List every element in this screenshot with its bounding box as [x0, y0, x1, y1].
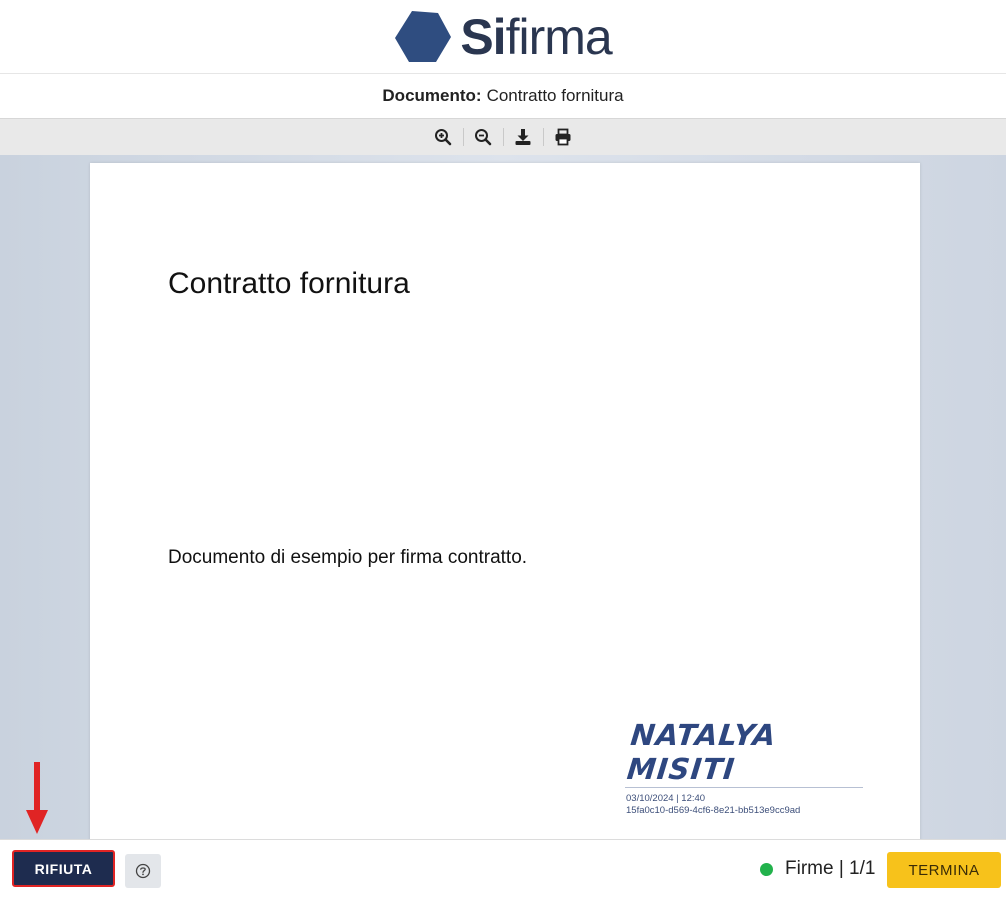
status-dot-icon	[760, 862, 773, 876]
zoom-in-icon	[435, 129, 452, 146]
download-button[interactable]	[503, 124, 543, 150]
app-header: Sifirma	[0, 0, 1006, 74]
document-label: Documento:	[382, 86, 482, 105]
signature-meta: 03/10/2024 | 12:40 15fa0c10-d569-4cf6-8e…	[625, 793, 865, 817]
document-page: Contratto fornitura Documento di esempio…	[90, 163, 920, 839]
signature-status: Firme | 1/1	[760, 858, 875, 880]
viewer-toolbar	[0, 118, 1006, 155]
help-button[interactable]	[125, 854, 161, 888]
action-footer: RIFIUTA Firme | 1/1 TERMINA	[0, 839, 1006, 897]
print-button[interactable]	[543, 124, 583, 150]
download-icon	[515, 129, 531, 145]
signature-id: 15fa0c10-d569-4cf6-8e21-bb513e9cc9ad	[626, 805, 801, 816]
question-circle-icon	[135, 863, 151, 879]
document-title-bar: Documento: Contratto fornitura	[0, 74, 1006, 118]
signature-name: NATALYA MISITI	[625, 718, 779, 786]
finish-button[interactable]: TERMINA	[887, 852, 1001, 888]
hexagon-logo-icon	[395, 10, 452, 62]
brand-logo: Sifirma	[394, 8, 613, 65]
signature-timestamp: 03/10/2024 | 12:40	[626, 793, 706, 804]
print-icon	[555, 128, 571, 146]
signature-block: NATALYA MISITI 03/10/2024 | 12:40 15fa0c…	[625, 718, 865, 817]
signature-line	[625, 787, 863, 788]
document-heading: Contratto fornitura	[168, 267, 410, 300]
red-arrow-annotation	[26, 762, 48, 834]
zoom-in-button[interactable]	[423, 124, 463, 150]
brand-name: Sifirma	[460, 8, 612, 65]
zoom-out-button[interactable]	[463, 124, 503, 150]
document-body-text: Documento di esempio per firma contratto…	[168, 547, 528, 568]
document-name: Contratto fornitura	[486, 86, 624, 105]
zoom-out-icon	[475, 129, 492, 146]
document-viewer[interactable]: Contratto fornitura Documento di esempio…	[0, 155, 1006, 839]
signature-count: Firme | 1/1	[785, 858, 876, 879]
refuse-button[interactable]: RIFIUTA	[12, 850, 115, 887]
